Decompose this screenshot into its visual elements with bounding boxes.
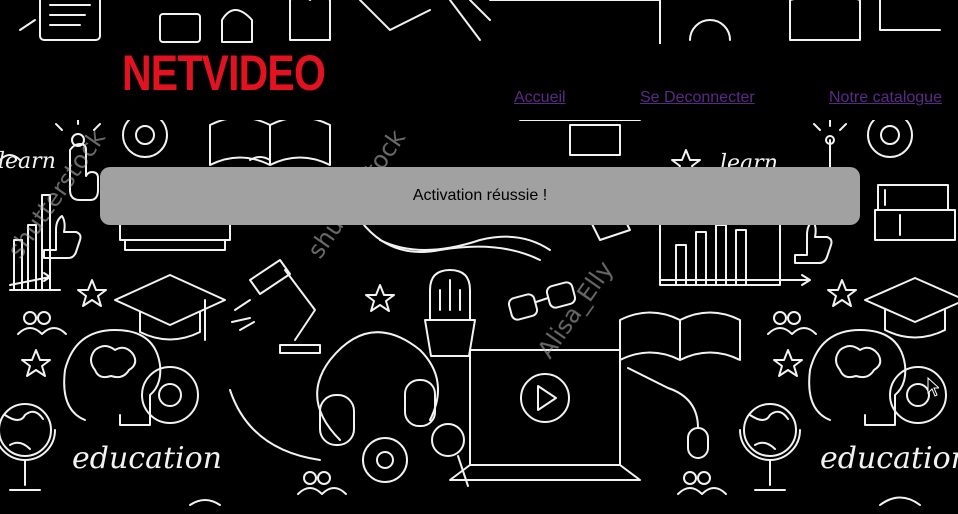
activation-message-text: Activation réussie ! (412, 187, 548, 204)
nav-link-notre-catalogue[interactable]: Notre catalogue (829, 89, 942, 107)
brain-head-icon (63, 329, 907, 426)
doodle-word-learn: learn (0, 149, 56, 174)
desk-lamp-icon (231, 259, 321, 354)
headphones-icon (229, 331, 439, 461)
bar-chart-icon (659, 214, 811, 286)
magnifier-icon (431, 423, 469, 487)
page: education education learn learn Alisa_El… (0, 0, 958, 514)
thumbs-up-icon (794, 220, 833, 264)
netvideo-logo[interactable]: NETVIDEO (122, 45, 326, 101)
nav-link-se-deconnecter[interactable]: Se Deconnecter (640, 89, 755, 107)
doodle-word-education: education (72, 441, 222, 476)
cactus-icon (424, 269, 476, 357)
top-strip-doodles (19, 0, 941, 45)
activation-message-box: Activation réussie ! (100, 167, 860, 225)
mouse-pointer-icon (927, 377, 939, 397)
nav-link-accueil[interactable]: Accueil (514, 89, 566, 107)
doodle-word-education: education (820, 441, 958, 476)
watermark-text: Alisa_Elly (532, 256, 619, 364)
mouse-icon (627, 367, 709, 459)
laptop-play-icon (449, 349, 641, 481)
header-bar: NETVIDEO Accueil Se Deconnecter Notre ca… (0, 44, 958, 120)
